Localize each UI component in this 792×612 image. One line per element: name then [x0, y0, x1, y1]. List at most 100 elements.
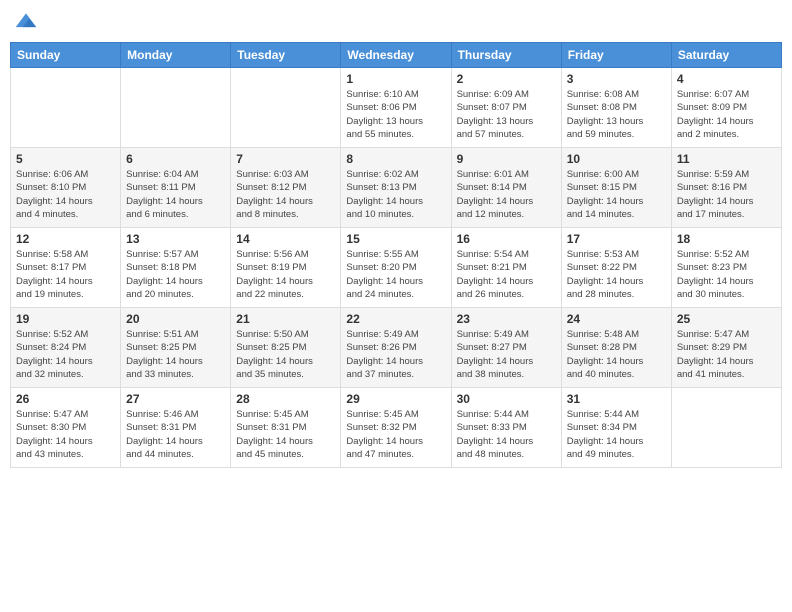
day-cell: 29 Sunrise: 5:45 AM Sunset: 8:32 PM Dayli… — [341, 388, 451, 468]
day-cell: 10 Sunrise: 6:00 AM Sunset: 8:15 PM Dayli… — [561, 148, 671, 228]
day-cell: 28 Sunrise: 5:45 AM Sunset: 8:31 PM Dayli… — [231, 388, 341, 468]
day-info: Sunrise: 5:50 AM Sunset: 8:25 PM Dayligh… — [236, 328, 335, 381]
day-number: 22 — [346, 312, 445, 326]
day-number: 14 — [236, 232, 335, 246]
day-cell: 14 Sunrise: 5:56 AM Sunset: 8:19 PM Dayli… — [231, 228, 341, 308]
day-number: 13 — [126, 232, 225, 246]
logo-icon — [14, 10, 38, 34]
day-number: 10 — [567, 152, 666, 166]
day-number: 23 — [457, 312, 556, 326]
day-info: Sunrise: 6:08 AM Sunset: 8:08 PM Dayligh… — [567, 88, 666, 141]
day-cell: 4 Sunrise: 6:07 AM Sunset: 8:09 PM Daylig… — [671, 68, 781, 148]
day-number: 18 — [677, 232, 776, 246]
week-row-3: 12 Sunrise: 5:58 AM Sunset: 8:17 PM Dayli… — [11, 228, 782, 308]
day-cell — [11, 68, 121, 148]
day-info: Sunrise: 5:56 AM Sunset: 8:19 PM Dayligh… — [236, 248, 335, 301]
day-info: Sunrise: 5:51 AM Sunset: 8:25 PM Dayligh… — [126, 328, 225, 381]
day-info: Sunrise: 5:45 AM Sunset: 8:32 PM Dayligh… — [346, 408, 445, 461]
day-cell: 2Sunrise: 6:09 AM Sunset: 8:07 PM Daylig… — [451, 68, 561, 148]
weekday-header-thursday: Thursday — [451, 43, 561, 68]
day-info: Sunrise: 5:52 AM Sunset: 8:24 PM Dayligh… — [16, 328, 115, 381]
day-info: Sunrise: 5:49 AM Sunset: 8:26 PM Dayligh… — [346, 328, 445, 381]
day-info: Sunrise: 5:47 AM Sunset: 8:29 PM Dayligh… — [677, 328, 776, 381]
day-number: 7 — [236, 152, 335, 166]
day-number: 9 — [457, 152, 556, 166]
day-info: Sunrise: 5:48 AM Sunset: 8:28 PM Dayligh… — [567, 328, 666, 381]
week-row-2: 5Sunrise: 6:06 AM Sunset: 8:10 PM Daylig… — [11, 148, 782, 228]
day-number: 21 — [236, 312, 335, 326]
day-number: 8 — [346, 152, 445, 166]
day-cell: 6Sunrise: 6:04 AM Sunset: 8:11 PM Daylig… — [121, 148, 231, 228]
day-info: Sunrise: 6:01 AM Sunset: 8:14 PM Dayligh… — [457, 168, 556, 221]
day-info: Sunrise: 5:54 AM Sunset: 8:21 PM Dayligh… — [457, 248, 556, 301]
day-number: 15 — [346, 232, 445, 246]
weekday-header-monday: Monday — [121, 43, 231, 68]
day-info: Sunrise: 5:53 AM Sunset: 8:22 PM Dayligh… — [567, 248, 666, 301]
weekday-header-wednesday: Wednesday — [341, 43, 451, 68]
day-cell: 16 Sunrise: 5:54 AM Sunset: 8:21 PM Dayli… — [451, 228, 561, 308]
day-cell: 25 Sunrise: 5:47 AM Sunset: 8:29 PM Dayli… — [671, 308, 781, 388]
day-cell: 19 Sunrise: 5:52 AM Sunset: 8:24 PM Dayli… — [11, 308, 121, 388]
day-cell: 20Sunrise: 5:51 AM Sunset: 8:25 PM Dayli… — [121, 308, 231, 388]
day-cell — [231, 68, 341, 148]
day-number: 31 — [567, 392, 666, 406]
day-number: 6 — [126, 152, 225, 166]
day-number: 30 — [457, 392, 556, 406]
day-number: 4 — [677, 72, 776, 86]
day-number: 16 — [457, 232, 556, 246]
day-number: 26 — [16, 392, 115, 406]
day-info: Sunrise: 5:44 AM Sunset: 8:34 PM Dayligh… — [567, 408, 666, 461]
day-cell: 12 Sunrise: 5:58 AM Sunset: 8:17 PM Dayli… — [11, 228, 121, 308]
day-cell: 24 Sunrise: 5:48 AM Sunset: 8:28 PM Dayli… — [561, 308, 671, 388]
day-cell: 1Sunrise: 6:10 AM Sunset: 8:06 PM Daylig… — [341, 68, 451, 148]
day-info: Sunrise: 6:03 AM Sunset: 8:12 PM Dayligh… — [236, 168, 335, 221]
day-number: 24 — [567, 312, 666, 326]
day-cell: 9 Sunrise: 6:01 AM Sunset: 8:14 PM Daylig… — [451, 148, 561, 228]
day-cell: 15 Sunrise: 5:55 AM Sunset: 8:20 PM Dayli… — [341, 228, 451, 308]
day-cell: 18 Sunrise: 5:52 AM Sunset: 8:23 PM Dayli… — [671, 228, 781, 308]
day-number: 25 — [677, 312, 776, 326]
day-cell: 27Sunrise: 5:46 AM Sunset: 8:31 PM Dayli… — [121, 388, 231, 468]
day-number: 3 — [567, 72, 666, 86]
day-number: 1 — [346, 72, 445, 86]
day-cell: 31 Sunrise: 5:44 AM Sunset: 8:34 PM Dayli… — [561, 388, 671, 468]
day-info: Sunrise: 6:07 AM Sunset: 8:09 PM Dayligh… — [677, 88, 776, 141]
day-number: 12 — [16, 232, 115, 246]
day-info: Sunrise: 5:57 AM Sunset: 8:18 PM Dayligh… — [126, 248, 225, 301]
header — [10, 10, 782, 34]
day-info: Sunrise: 5:59 AM Sunset: 8:16 PM Dayligh… — [677, 168, 776, 221]
day-cell: 26 Sunrise: 5:47 AM Sunset: 8:30 PM Dayli… — [11, 388, 121, 468]
day-info: Sunrise: 5:58 AM Sunset: 8:17 PM Dayligh… — [16, 248, 115, 301]
day-cell: 8Sunrise: 6:02 AM Sunset: 8:13 PM Daylig… — [341, 148, 451, 228]
day-info: Sunrise: 5:45 AM Sunset: 8:31 PM Dayligh… — [236, 408, 335, 461]
page: SundayMondayTuesdayWednesdayThursdayFrid… — [0, 0, 792, 612]
day-cell: 3 Sunrise: 6:08 AM Sunset: 8:08 PM Daylig… — [561, 68, 671, 148]
day-info: Sunrise: 5:52 AM Sunset: 8:23 PM Dayligh… — [677, 248, 776, 301]
weekday-header-row: SundayMondayTuesdayWednesdayThursdayFrid… — [11, 43, 782, 68]
day-cell: 7 Sunrise: 6:03 AM Sunset: 8:12 PM Daylig… — [231, 148, 341, 228]
weekday-header-sunday: Sunday — [11, 43, 121, 68]
week-row-1: 1Sunrise: 6:10 AM Sunset: 8:06 PM Daylig… — [11, 68, 782, 148]
week-row-5: 26 Sunrise: 5:47 AM Sunset: 8:30 PM Dayli… — [11, 388, 782, 468]
day-cell: 11Sunrise: 5:59 AM Sunset: 8:16 PM Dayli… — [671, 148, 781, 228]
day-cell: 22 Sunrise: 5:49 AM Sunset: 8:26 PM Dayli… — [341, 308, 451, 388]
day-number: 29 — [346, 392, 445, 406]
week-row-4: 19 Sunrise: 5:52 AM Sunset: 8:24 PM Dayli… — [11, 308, 782, 388]
day-info: Sunrise: 6:06 AM Sunset: 8:10 PM Dayligh… — [16, 168, 115, 221]
day-info: Sunrise: 5:55 AM Sunset: 8:20 PM Dayligh… — [346, 248, 445, 301]
day-cell: 21 Sunrise: 5:50 AM Sunset: 8:25 PM Dayli… — [231, 308, 341, 388]
day-number: 28 — [236, 392, 335, 406]
day-info: Sunrise: 5:47 AM Sunset: 8:30 PM Dayligh… — [16, 408, 115, 461]
day-cell — [121, 68, 231, 148]
day-info: Sunrise: 6:00 AM Sunset: 8:15 PM Dayligh… — [567, 168, 666, 221]
day-cell: 13 Sunrise: 5:57 AM Sunset: 8:18 PM Dayli… — [121, 228, 231, 308]
day-cell: 23Sunrise: 5:49 AM Sunset: 8:27 PM Dayli… — [451, 308, 561, 388]
day-number: 19 — [16, 312, 115, 326]
day-number: 27 — [126, 392, 225, 406]
day-number: 2 — [457, 72, 556, 86]
calendar: SundayMondayTuesdayWednesdayThursdayFrid… — [10, 42, 782, 468]
day-number: 17 — [567, 232, 666, 246]
day-info: Sunrise: 5:44 AM Sunset: 8:33 PM Dayligh… — [457, 408, 556, 461]
day-cell — [671, 388, 781, 468]
day-cell: 5Sunrise: 6:06 AM Sunset: 8:10 PM Daylig… — [11, 148, 121, 228]
